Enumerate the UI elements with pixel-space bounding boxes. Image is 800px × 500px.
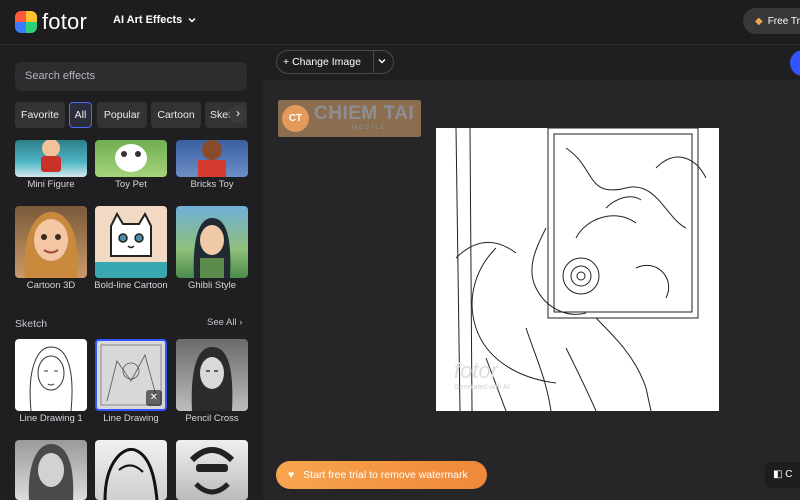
- tab-cartoon[interactable]: Cartoon: [151, 102, 201, 128]
- effect-thumb-toy-pet[interactable]: [95, 140, 167, 177]
- diamond-icon: ◆: [755, 15, 763, 27]
- effect-label-bricks-toy: Bricks Toy: [190, 179, 234, 190]
- primary-action-button[interactable]: [790, 50, 800, 76]
- plus-icon: +: [283, 56, 290, 68]
- watermark-title: CHIEM TAI: [314, 103, 415, 124]
- top-bar: fotor AI Art Effects ◆ Free Tr: [0, 0, 800, 45]
- tab-all[interactable]: All: [69, 102, 92, 128]
- effect-thumb-ghibli-style[interactable]: [176, 206, 248, 278]
- tab-favorite[interactable]: Favorite: [15, 102, 65, 128]
- pencil-cross-image: [191, 347, 233, 411]
- see-all-label: See All: [207, 317, 237, 328]
- line-drawing-1-image: [29, 346, 73, 411]
- change-image-label: + Change Image: [283, 51, 361, 73]
- watermark-subtitle: MOBILE: [352, 125, 387, 131]
- compare-button[interactable]: ◧ C: [765, 462, 800, 488]
- diamond-icon: ♥: [288, 469, 295, 481]
- search-effects-input[interactable]: Search effects: [15, 62, 247, 91]
- chiem-tai-logo: CT: [282, 105, 309, 132]
- chevron-down-icon: [188, 17, 196, 23]
- fotor-watermark: fotor: [454, 358, 499, 383]
- portrait-sketch-image: [28, 444, 74, 500]
- toy-pet-image: [115, 144, 147, 172]
- category-tabs: Favorite All Popular Cartoon Sketch: [15, 102, 247, 128]
- remove-watermark-label: Start free trial to remove watermark: [303, 469, 468, 481]
- chevron-right-icon[interactable]: ›: [229, 105, 247, 123]
- mini-figure-image: [41, 140, 61, 172]
- effect-thumb-cross-hatch[interactable]: [176, 440, 248, 500]
- ai-art-effects-menu[interactable]: AI Art Effects: [113, 14, 197, 26]
- chiem-tai-watermark: CT CHIEM TAI MOBILE: [278, 100, 421, 137]
- compare-label: C: [785, 469, 793, 480]
- menu-label: AI Art Effects: [113, 14, 183, 26]
- cross-hatch-image: [189, 447, 235, 495]
- effect-thumb-mini-figure[interactable]: [15, 140, 87, 177]
- remove-watermark-button[interactable]: ♥ Start free trial to remove watermark: [276, 461, 487, 489]
- effect-thumb-cartoon-3d[interactable]: [15, 206, 87, 278]
- editor-toolbar: + Change Image: [263, 45, 800, 80]
- effect-thumb-portrait-sketch[interactable]: [15, 440, 87, 500]
- ghibli-style-image: [193, 218, 231, 278]
- logo-text: fotor: [42, 9, 88, 34]
- change-image-text: Change Image: [292, 56, 361, 68]
- compare-icon: ◧: [773, 469, 783, 480]
- chevron-down-icon[interactable]: [377, 51, 387, 73]
- effect-label-bold-line-cartoon: Bold-line Cartoon: [94, 280, 168, 291]
- fotor-logo-icon: [15, 11, 37, 33]
- chevron-right-icon: ›: [239, 317, 243, 328]
- effect-thumb-bold-line-cartoon[interactable]: [95, 206, 167, 278]
- effect-thumb-line-drawing[interactable]: ✕: [95, 339, 167, 411]
- change-image-button[interactable]: + Change Image: [276, 50, 394, 74]
- effect-label-mini-figure: Mini Figure: [27, 179, 75, 190]
- cartoon-3d-image: [24, 212, 78, 278]
- free-trial-label: Free Tr: [767, 15, 800, 27]
- effect-label-pencil-cross: Pencil Cross: [185, 413, 239, 424]
- effect-label-ghibli-style: Ghibli Style: [187, 280, 237, 291]
- effect-thumb-bricks-toy[interactable]: [176, 140, 248, 177]
- see-all-link[interactable]: See All ›: [207, 317, 242, 328]
- effect-label-cartoon-3d: Cartoon 3D: [26, 280, 76, 291]
- divider: [373, 51, 374, 73]
- effect-label-toy-pet: Toy Pet: [115, 179, 147, 190]
- edit-tools-icon[interactable]: ✕: [146, 390, 162, 406]
- result-image[interactable]: fotor Generated with AI: [436, 128, 719, 411]
- effects-sidebar: Search effects Favorite All Popular Cart…: [0, 45, 263, 500]
- free-trial-button[interactable]: ◆ Free Tr: [743, 8, 800, 34]
- effect-label-line-drawing: Line Drawing: [103, 413, 159, 424]
- effect-label-line-drawing-1: Line Drawing 1: [19, 413, 83, 424]
- generated-watermark: Generated with AI: [454, 384, 510, 391]
- bold-line-cartoon-image: [95, 211, 167, 278]
- effect-thumb-line-drawing-1[interactable]: [15, 339, 87, 411]
- ink-sketch-image: [103, 447, 159, 500]
- search-placeholder: Search effects: [25, 70, 96, 82]
- tab-popular[interactable]: Popular: [97, 102, 147, 128]
- fotor-logo[interactable]: fotor: [15, 10, 87, 34]
- section-title-sketch: Sketch: [15, 318, 48, 330]
- bricks-toy-image: [198, 140, 226, 177]
- effect-thumb-pencil-cross[interactable]: [176, 339, 248, 411]
- effect-thumb-ink-sketch[interactable]: [95, 440, 167, 500]
